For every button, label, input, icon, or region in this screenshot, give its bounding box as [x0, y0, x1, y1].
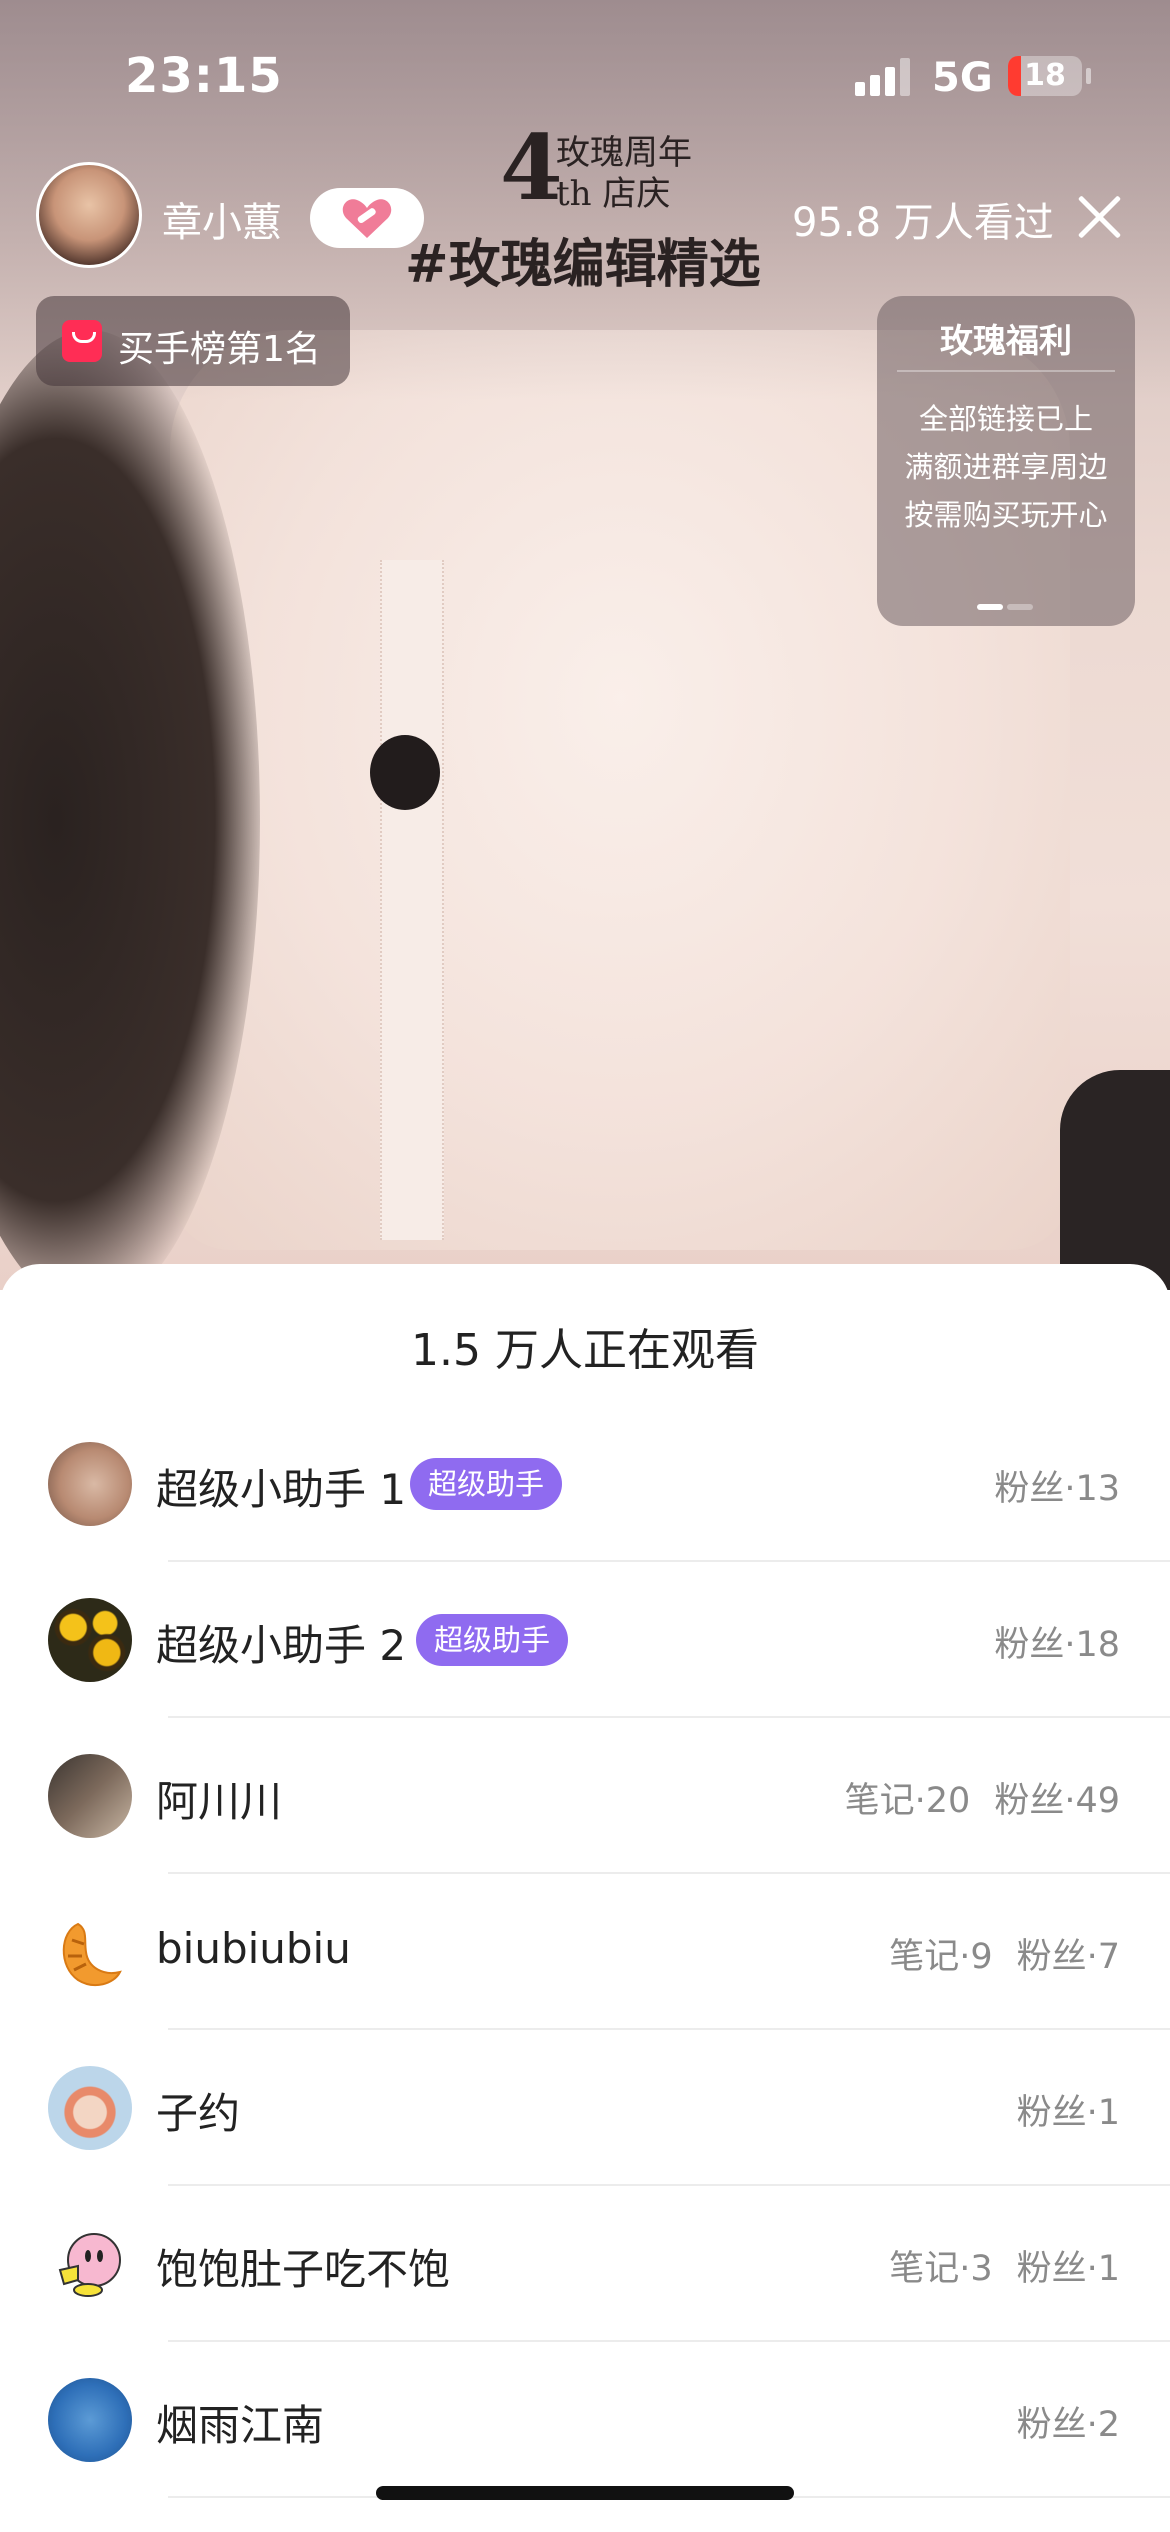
shopping-bag-icon: [62, 320, 102, 362]
viewer-avatar: [48, 2066, 132, 2150]
video-sleeve: [1060, 1070, 1170, 1290]
viewer-stats: 粉丝·18: [994, 1616, 1120, 1667]
viewer-avatar: [48, 1442, 132, 1526]
viewer-stats: 粉丝·1: [1017, 2084, 1120, 2135]
viewer-stats: 笔记·3 粉丝·1: [889, 2240, 1120, 2291]
carousel-indicator: [977, 604, 1033, 610]
lavalier-mic: [370, 735, 440, 810]
viewer-avatar: [48, 1598, 132, 1682]
rank-badge[interactable]: 买手榜第1名: [36, 296, 350, 386]
viewer-fans: 粉丝·1: [1016, 2093, 1120, 2133]
croissant-avatar-icon: [48, 1910, 132, 1994]
viewer-fans: 粉丝·1: [1016, 2249, 1120, 2289]
banner-line2: th 店庆: [556, 174, 671, 214]
viewer-notes: 笔记·20: [844, 1781, 971, 1821]
viewer-name: 阿川川: [156, 1777, 283, 1826]
kirby-avatar-icon: [48, 2222, 132, 2306]
viewer-row[interactable]: 超级小助手 1 超级助手 粉丝·13: [0, 1406, 1170, 1562]
battery-cap: [1086, 68, 1091, 84]
video-placket: [380, 560, 444, 1240]
viewer-name: 烟雨江南: [156, 2401, 325, 2450]
home-indicator[interactable]: [376, 2486, 794, 2500]
host-avatar[interactable]: [36, 162, 142, 268]
welfare-line: 按需购买玩开心: [904, 498, 1108, 532]
viewer-name: 饱饱肚子吃不饱: [156, 2245, 451, 2294]
assistant-badge: 超级助手: [410, 1458, 563, 1510]
welfare-card[interactable]: 玫瑰福利 全部链接已上 满额进群享周边 按需购买玩开心: [877, 296, 1135, 626]
viewer-avatar: [48, 1754, 132, 1838]
viewers-count-title: 1.5 万人正在观看: [411, 1325, 759, 1376]
viewer-avatar: [48, 2378, 132, 2462]
close-icon[interactable]: [1074, 192, 1124, 242]
battery-icon: 18: [1008, 56, 1082, 96]
viewer-stats: 粉丝·2: [1017, 2396, 1120, 2447]
viewer-notes: 笔记·9: [889, 1937, 993, 1977]
welfare-line: 满额进群享周边: [904, 450, 1108, 484]
view-count: 95.8 万人看过: [792, 200, 1054, 246]
viewer-name: 子约: [156, 2089, 241, 2138]
viewer-row[interactable]: 饱饱肚子吃不饱 笔记·3 粉丝·1: [0, 2186, 1170, 2342]
viewers-sheet: 1.5 万人正在观看 超级小助手 1 超级助手 粉丝·13 超级小助手 2 超级…: [0, 1264, 1170, 2532]
viewer-name: 超级小助手 2: [156, 1621, 407, 1670]
viewer-stats: 笔记·20 粉丝·49: [845, 1772, 1120, 1823]
viewer-row[interactable]: 阿川川 笔记·20 粉丝·49: [0, 1718, 1170, 1874]
viewer-name: biubiubiu: [156, 1924, 351, 1973]
viewer-row[interactable]: 烟雨江南 粉丝·2: [0, 2342, 1170, 2498]
viewer-row[interactable]: 子约 粉丝·1: [0, 2030, 1170, 2186]
viewer-fans: 粉丝·2: [1016, 2405, 1120, 2445]
viewer-row[interactable]: 超级小助手 2 超级助手 粉丝·18: [0, 1562, 1170, 1718]
welfare-title: 玫瑰福利: [940, 321, 1072, 360]
banner-tag: #玫瑰编辑精选: [405, 234, 761, 295]
rank-badge-label: 买手榜第1名: [118, 329, 321, 370]
viewer-row[interactable]: biubiubiu 笔记·9 粉丝·7: [0, 1874, 1170, 2030]
viewer-fans: 粉丝·49: [994, 1781, 1120, 1821]
banner-anniversary-number: 4: [500, 115, 563, 221]
cellular-signal-icon: [855, 58, 911, 96]
host-name[interactable]: 章小蕙: [162, 190, 282, 248]
network-type: 5G: [932, 55, 993, 101]
viewer-name: 超级小助手 1: [156, 1465, 407, 1514]
viewer-fans: 粉丝·13: [994, 1469, 1120, 1509]
viewer-notes: 笔记·3: [889, 2249, 993, 2289]
assistant-badge: 超级助手: [416, 1614, 569, 1666]
viewer-fans: 粉丝·18: [994, 1625, 1120, 1665]
viewer-stats: 粉丝·13: [994, 1460, 1120, 1511]
welfare-line: 全部链接已上: [918, 402, 1093, 436]
heart-follow-icon: [342, 199, 392, 238]
status-time: 23:15: [125, 48, 283, 104]
welfare-divider: [897, 370, 1115, 372]
viewer-stats: 笔记·9 粉丝·7: [889, 1928, 1120, 1979]
battery-level: 18: [1024, 58, 1066, 93]
viewer-fans: 粉丝·7: [1016, 1937, 1120, 1977]
